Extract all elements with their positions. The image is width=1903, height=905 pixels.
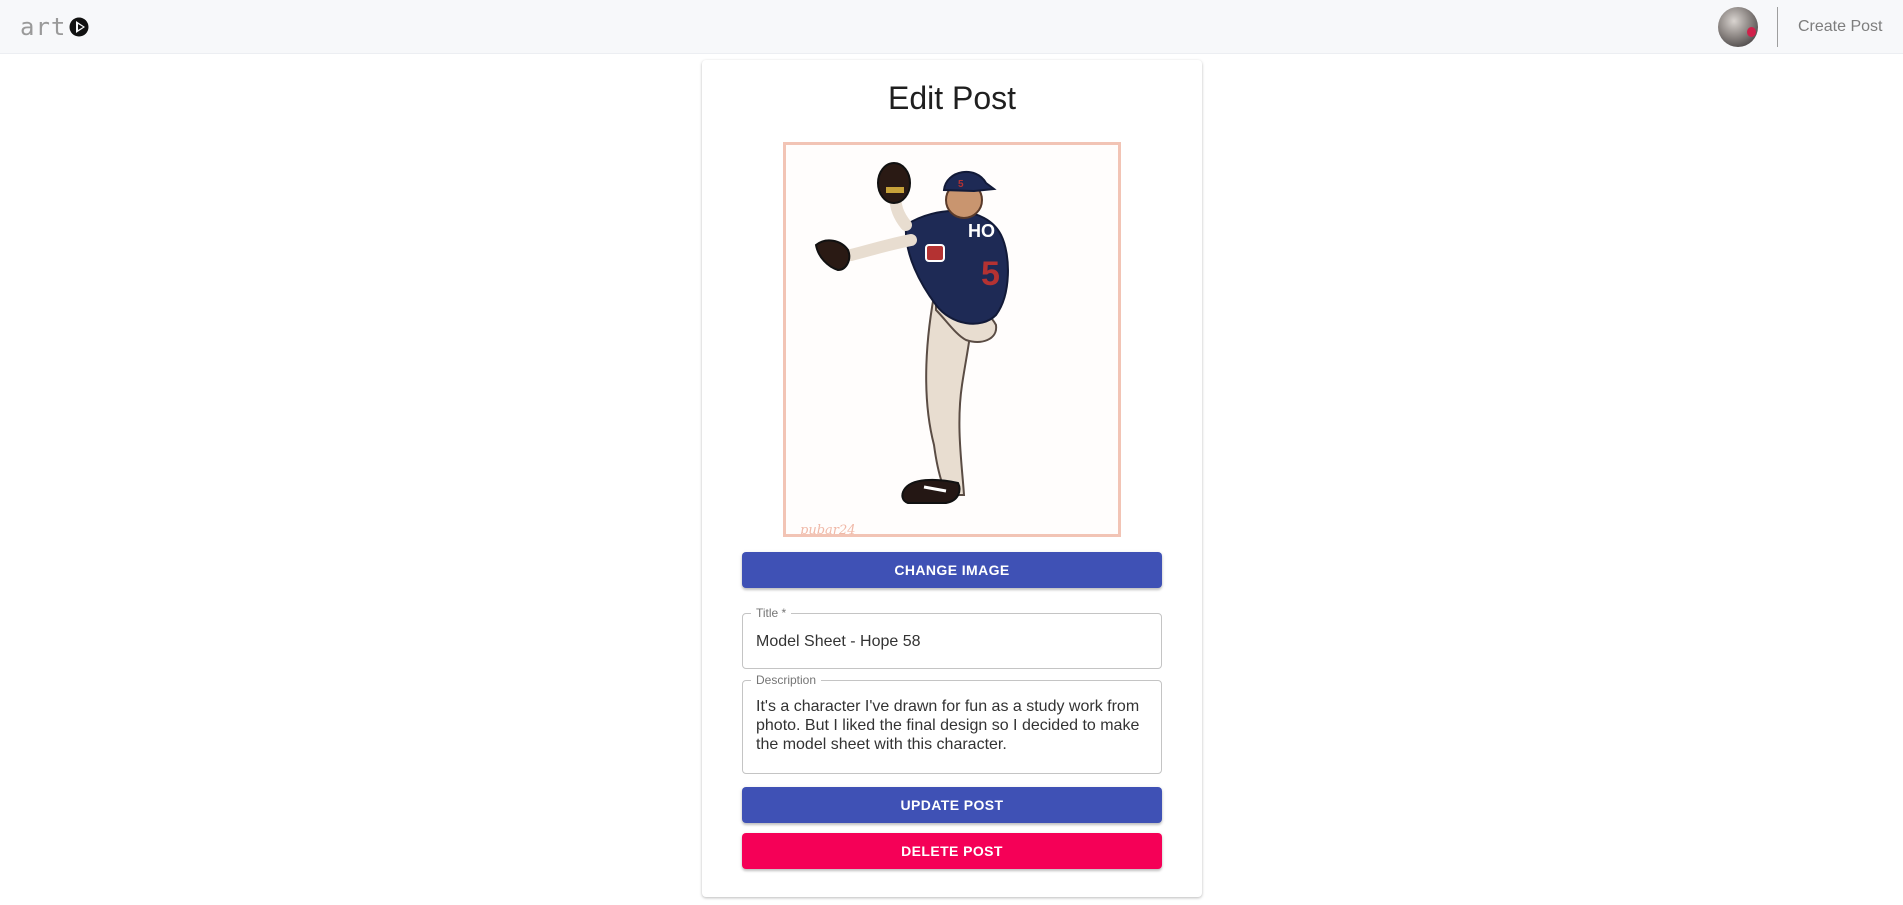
brand-logo[interactable]: art — [20, 14, 90, 40]
play-triangle-icon — [69, 17, 89, 37]
title-input[interactable]: Model Sheet - Hope 58 — [756, 632, 921, 651]
baseball-pitcher-illustration: 5 HO 5 — [814, 162, 1009, 504]
description-textarea[interactable]: It's a character I've drawn for fun as a… — [756, 697, 1149, 754]
create-post-link[interactable]: Create Post — [1798, 17, 1882, 37]
svg-text:5: 5 — [981, 255, 1000, 293]
artist-signature: pubar24 — [800, 523, 856, 537]
logo-text: art — [20, 13, 67, 41]
description-field[interactable]: Description It's a character I've drawn … — [742, 673, 1162, 774]
update-post-button[interactable]: UPDATE POST — [742, 787, 1162, 823]
post-image-preview: 5 HO 5 pubar24 — [783, 142, 1121, 537]
description-field-label: Description — [751, 673, 822, 687]
page-title: Edit Post — [887, 80, 1017, 116]
avatar-accent — [1747, 27, 1756, 37]
nav-divider — [1777, 7, 1778, 47]
svg-text:HO: HO — [968, 221, 995, 241]
top-navbar: art Create Post — [0, 0, 1903, 54]
edit-post-card: Edit Post 5 HO 5 pubar24 CHANGE IMAGE Ti… — [702, 60, 1202, 897]
avatar[interactable] — [1718, 7, 1758, 47]
delete-post-button[interactable]: DELETE POST — [742, 833, 1162, 869]
change-image-button[interactable]: CHANGE IMAGE — [742, 552, 1162, 588]
title-field-label: Title * — [751, 606, 792, 620]
title-field[interactable]: Title * Model Sheet - Hope 58 — [742, 606, 1162, 669]
svg-text:5: 5 — [958, 179, 964, 190]
